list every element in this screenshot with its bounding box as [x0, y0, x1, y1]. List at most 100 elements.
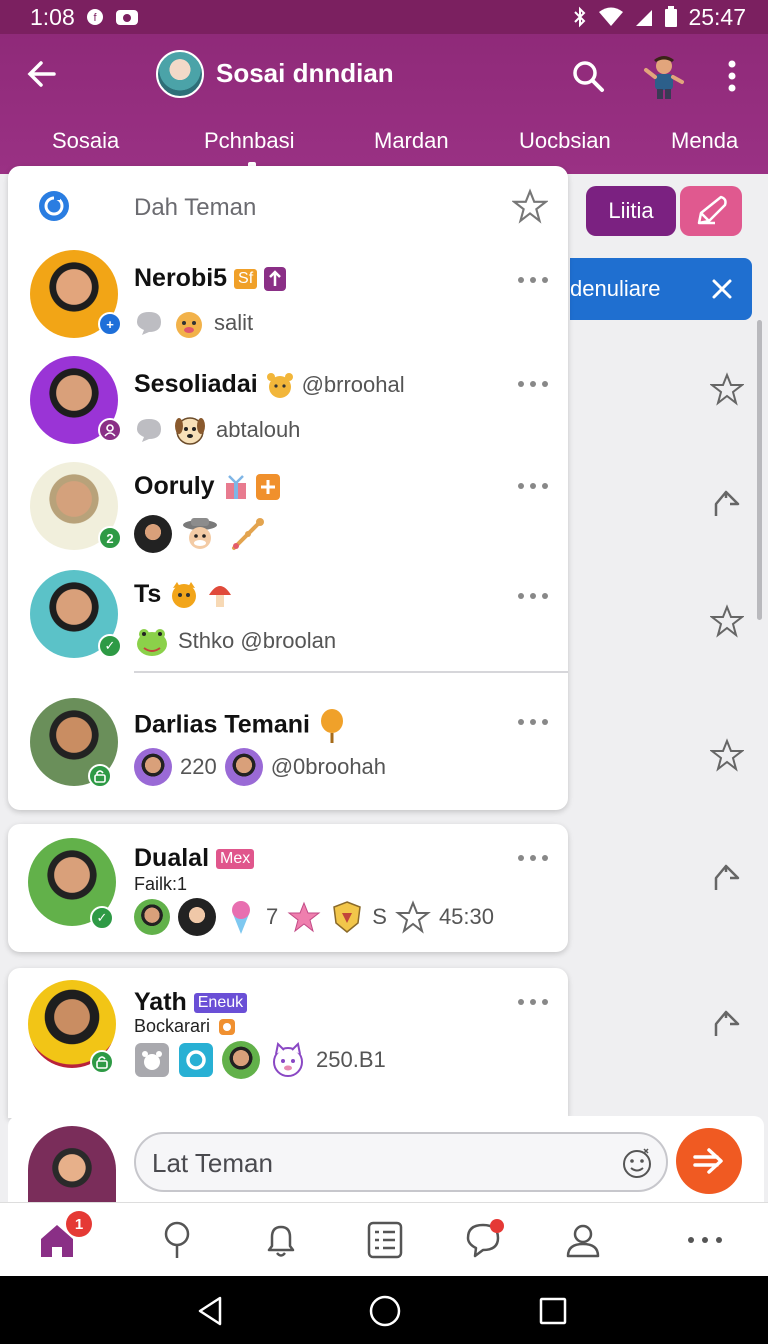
mini-avatar: [224, 748, 263, 786]
cowboy-emoji-icon: [183, 518, 217, 549]
contact-card[interactable]: ✓ Dualal Mex Failk:1 7 S 45:30: [8, 824, 568, 952]
tab-pchnbasi[interactable]: Pchnbasi: [204, 128, 295, 154]
list-header: Dah Teman: [8, 166, 568, 236]
primary-action-button[interactable]: Liitia: [586, 186, 676, 236]
bottom-navigation: 1: [0, 1202, 768, 1276]
tab-mardan[interactable]: Mardan: [374, 128, 449, 154]
nav-explore[interactable]: [154, 1217, 200, 1263]
scrollbar-thumb[interactable]: [757, 320, 762, 620]
status-badge: +: [98, 312, 122, 336]
send-arrow-icon: [693, 1148, 723, 1174]
contact-name: Darlias Temani: [134, 708, 347, 744]
more-horizontal-icon[interactable]: [516, 378, 550, 390]
profile-avatar-button[interactable]: [640, 52, 688, 100]
contact-name: Yath Eneuk: [134, 988, 248, 1017]
more-vertical-icon: [728, 60, 736, 92]
mini-avatar: [178, 898, 216, 936]
nav-feed[interactable]: [362, 1217, 408, 1263]
star-icon[interactable]: [710, 372, 744, 406]
contact-tag: Eneuk: [193, 993, 248, 1014]
recents-square-icon[interactable]: [536, 1294, 570, 1328]
tab-sosaia[interactable]: Sosaia: [52, 128, 119, 154]
contact-name: Ts: [134, 580, 233, 610]
refresh-icon[interactable]: [36, 188, 72, 224]
nav-more[interactable]: [682, 1217, 728, 1263]
contact-subline: 7 S 45:30: [134, 898, 494, 936]
compose-button[interactable]: [680, 186, 742, 236]
status-badge: [98, 418, 122, 442]
more-horizontal-icon[interactable]: [516, 274, 550, 286]
battery-icon: [664, 6, 678, 28]
search-icon: [573, 61, 604, 92]
status-time: 1:08: [30, 3, 75, 30]
more-horizontal-icon: [688, 1237, 722, 1243]
send-button[interactable]: [676, 1128, 742, 1194]
status-badge: [90, 1050, 114, 1074]
list-item[interactable]: ✓ Ts Sthko @broolan: [8, 568, 568, 676]
mushroom-emoji-icon: [209, 586, 232, 608]
share-arrow-icon[interactable]: [710, 486, 744, 520]
card-value: 250.B1: [316, 1047, 386, 1072]
contact-name: Nerobi5 Sf: [134, 264, 287, 293]
cat-emoji-icon: [273, 1041, 303, 1077]
list-document-icon: [367, 1221, 403, 1259]
list-item[interactable]: Darlias Temani 220 @0broohah: [8, 696, 568, 804]
contact-card[interactable]: Yath Eneuk Bockarari 250.B1: [8, 968, 568, 1118]
list-item[interactable]: Sesoliadai @brroohal abtalouh: [8, 354, 568, 462]
star-icon[interactable]: [512, 188, 548, 224]
more-horizontal-icon[interactable]: [516, 852, 550, 864]
search-button[interactable]: [568, 56, 608, 96]
contact-subline: salit: [134, 306, 253, 340]
more-horizontal-icon[interactable]: [516, 480, 550, 492]
camera-notification-icon: [115, 7, 139, 27]
back-triangle-icon[interactable]: [194, 1294, 228, 1328]
share-arrow-icon[interactable]: [710, 1006, 744, 1040]
contact-meta: Failk:1: [134, 874, 188, 894]
contact-name: Dualal Mex: [134, 844, 255, 873]
close-icon[interactable]: [708, 275, 736, 303]
pink-star-icon: [287, 901, 321, 933]
bluetooth-icon: [572, 6, 588, 28]
mini-avatar: [222, 1041, 260, 1079]
star-icon[interactable]: [710, 604, 744, 638]
right-panel: Liitia denuliare: [570, 174, 768, 1114]
more-horizontal-icon[interactable]: [516, 996, 550, 1008]
contact-meta-text: Bockarari: [134, 1016, 211, 1036]
contact-name-text: Dualal: [134, 844, 210, 872]
group-avatar[interactable]: [156, 50, 204, 98]
tab-menda[interactable]: Menda: [671, 128, 738, 154]
message-input-wrapper: [134, 1132, 668, 1192]
my-avatar[interactable]: [28, 1126, 116, 1202]
overflow-menu-button[interactable]: [716, 56, 748, 96]
message-input[interactable]: [152, 1146, 612, 1180]
status-bar: 1:08 f 25:47: [0, 0, 768, 34]
star-icon[interactable]: [710, 738, 744, 772]
app-bar-row: Sosai dnndian: [0, 34, 768, 118]
nav-notifications[interactable]: [258, 1217, 304, 1263]
contact-subline: 220 @0broohah: [134, 748, 386, 786]
list-item[interactable]: + Nerobi5 Sf salit: [8, 248, 568, 356]
home-circle-icon[interactable]: [368, 1294, 402, 1328]
ice-cream-icon: [232, 901, 250, 934]
contact-status-text: salit: [214, 310, 254, 335]
contact-subline: abtalouh: [134, 412, 300, 448]
nav-profile[interactable]: [560, 1217, 606, 1263]
card-count: 7: [266, 904, 279, 929]
status-badge: ✓: [90, 906, 114, 930]
tab-uocbsian[interactable]: Uocbsian: [519, 128, 611, 154]
more-horizontal-icon[interactable]: [516, 590, 550, 602]
chat-bubble-icon: [137, 312, 161, 335]
balloon-emoji-icon: [320, 709, 343, 743]
contact-tag: Sf: [234, 269, 258, 290]
frog-emoji-icon: [137, 629, 167, 656]
more-horizontal-icon[interactable]: [516, 716, 550, 728]
emoji-icon[interactable]: [620, 1146, 654, 1180]
status-right: 25:47: [572, 4, 746, 31]
list-item[interactable]: 2 Ooruly: [8, 460, 568, 568]
up-badge-icon: [264, 267, 287, 292]
contact-status-text: Sthko @broolan: [178, 628, 337, 653]
back-button[interactable]: [22, 54, 62, 94]
notification-count-badge: 1: [66, 1211, 92, 1237]
share-arrow-icon[interactable]: [710, 860, 744, 894]
card-letter: S: [372, 904, 387, 929]
